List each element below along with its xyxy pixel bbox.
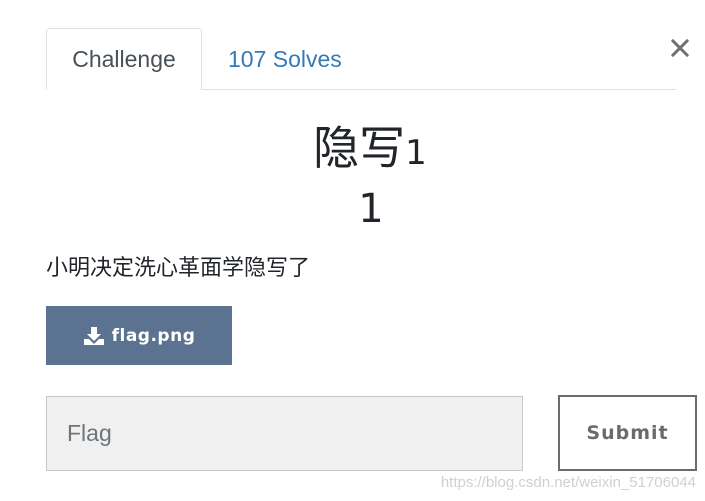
close-icon <box>671 39 689 57</box>
challenge-points: 1 <box>358 186 384 232</box>
tab-challenge[interactable]: Challenge <box>46 28 202 90</box>
download-file-button[interactable]: flag.png <box>46 306 232 365</box>
download-icon <box>83 326 104 345</box>
download-file-label: flag.png <box>111 325 196 346</box>
challenge-title: 隐写1 <box>0 112 705 178</box>
challenge-title-suffix: 1 <box>405 133 427 173</box>
challenge-tabs: Challenge 107 Solves <box>46 28 676 90</box>
tab-solves[interactable]: 107 Solves <box>216 28 346 90</box>
flag-input[interactable] <box>46 396 523 471</box>
watermark: https://blog.csdn.net/weixin_51706044 <box>440 474 696 491</box>
submit-button[interactable]: Submit <box>558 395 697 471</box>
close-button[interactable] <box>665 33 695 63</box>
challenge-title-text: 隐写 <box>313 121 406 175</box>
challenge-description: 小明决定洗心革面学隐写了 <box>46 256 311 281</box>
